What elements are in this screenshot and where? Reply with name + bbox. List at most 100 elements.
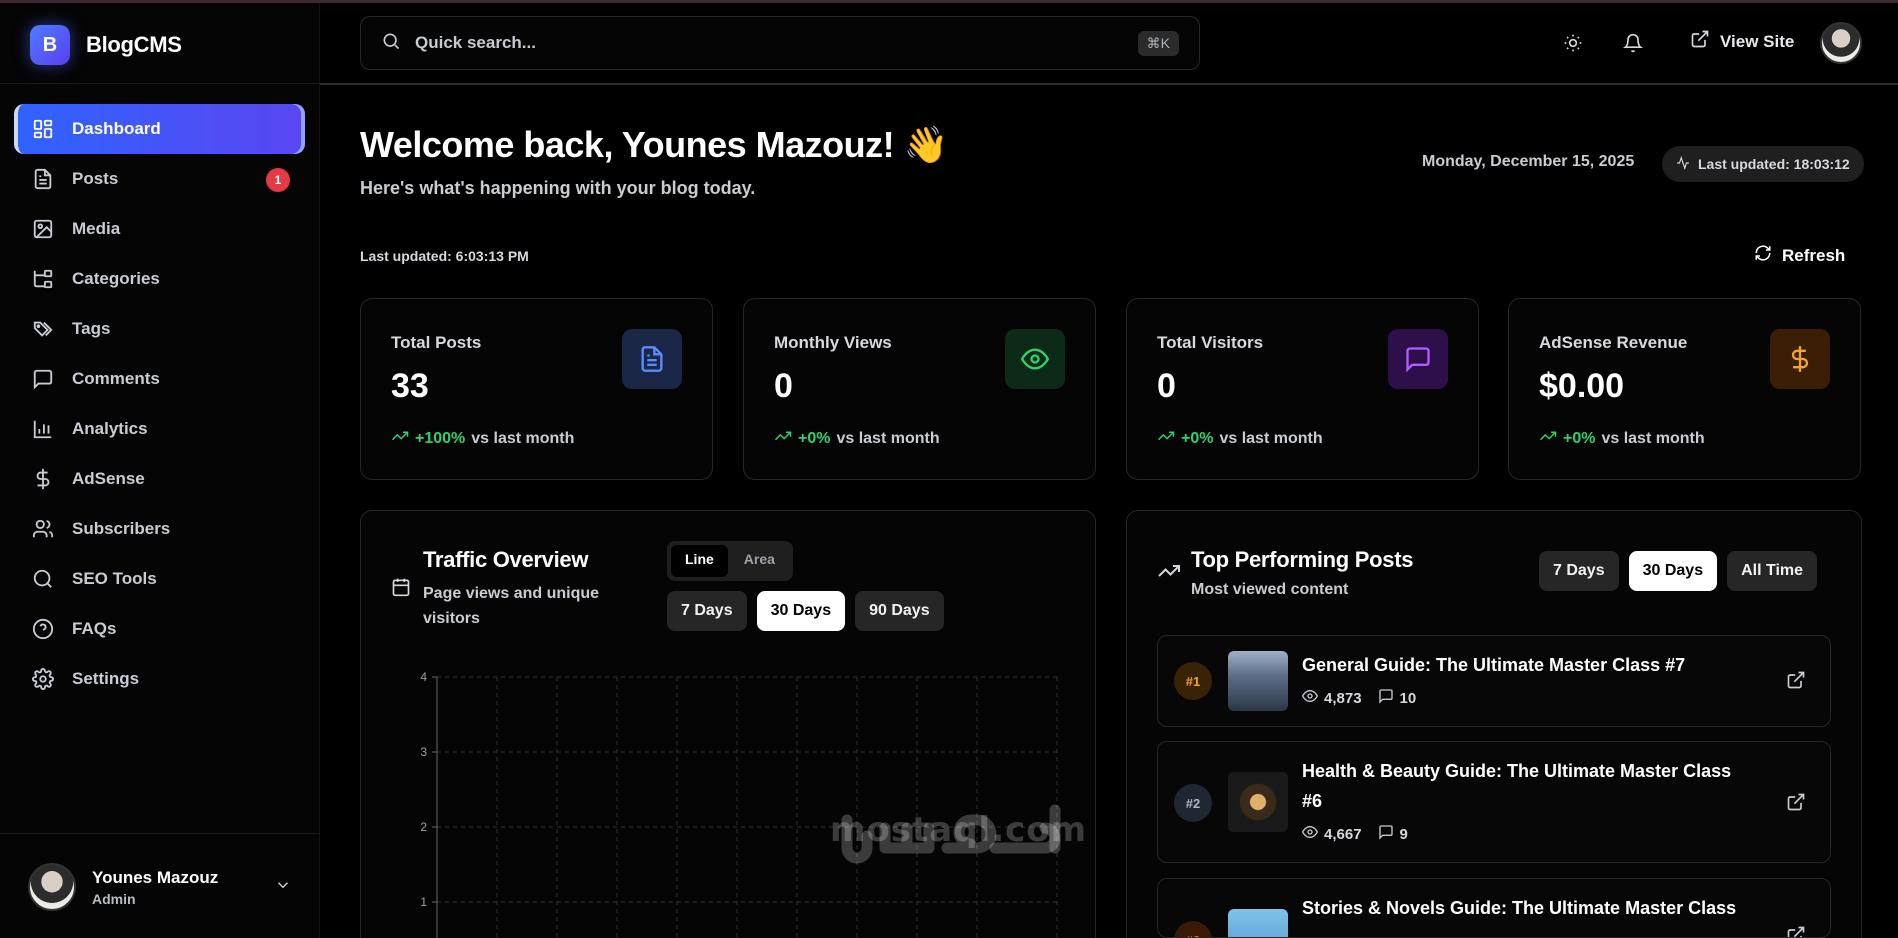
brand-logo: B xyxy=(30,25,70,65)
users-icon xyxy=(30,516,56,542)
stat-trend-suffix: vs last month xyxy=(1219,429,1323,447)
eye-icon xyxy=(1301,688,1319,708)
sidebar-item-label: Subscribers xyxy=(72,519,171,538)
refresh-label: Refresh xyxy=(1782,245,1846,265)
range-all-time-button[interactable]: All Time xyxy=(1727,551,1818,591)
search-icon xyxy=(30,566,56,592)
brand[interactable]: B BlogCMS xyxy=(30,25,182,65)
stat-trend-suffix: vs last month xyxy=(1601,429,1705,447)
list-item[interactable]: #2 Health & Beauty Guide: The Ultimate M… xyxy=(1157,741,1831,863)
sidebar-item-subscribers[interactable]: Subscribers xyxy=(14,504,305,554)
sidebar-item-media[interactable]: Media xyxy=(14,204,305,254)
dashboard-icon xyxy=(30,116,56,142)
rank-badge: #1 xyxy=(1174,662,1212,700)
sidebar-item-label: Media xyxy=(72,219,121,238)
list-item[interactable]: #3 Stories & Novels Guide: The Ultimate … xyxy=(1157,878,1831,938)
rank-badge: #2 xyxy=(1174,784,1212,822)
last-updated-text: Last updated: 6:03:13 PM xyxy=(360,248,529,264)
sidebar-item-dashboard[interactable]: Dashboard xyxy=(14,104,305,154)
range-90-days-button[interactable]: 90 Days xyxy=(855,591,944,631)
last-updated-pill-text: Last updated: 18:03:12 xyxy=(1698,156,1850,172)
message-icon xyxy=(30,366,56,392)
user-name: Younes Mazouz xyxy=(92,867,219,887)
sidebar-item-label: Analytics xyxy=(72,419,148,438)
current-date: Monday, December 15, 2025 xyxy=(1422,153,1635,170)
y-tick-label: 3 xyxy=(420,745,427,759)
traffic-overview-panel: Traffic Overview Page views and unique v… xyxy=(360,510,1096,938)
mode-line-button[interactable]: Line xyxy=(671,545,728,577)
range-30-days-button[interactable]: 30 Days xyxy=(756,591,846,631)
post-comments: 9 xyxy=(1399,825,1408,843)
external-link-icon[interactable] xyxy=(1786,792,1806,817)
theme-toggle-sun-icon[interactable] xyxy=(1560,30,1586,56)
sidebar-item-adsense[interactable]: AdSense xyxy=(14,454,305,504)
sidebar-item-label: Comments xyxy=(72,369,160,388)
range-30-days-button[interactable]: 30 Days xyxy=(1628,551,1718,591)
stat-value: 0 xyxy=(774,367,793,405)
sidebar-item-comments[interactable]: Comments xyxy=(14,354,305,404)
header-divider xyxy=(320,83,1898,85)
document-icon xyxy=(622,329,682,389)
post-meta: 4,873 10 xyxy=(1301,688,1416,708)
refresh-button[interactable]: Refresh xyxy=(1754,244,1845,267)
stat-card-adsense-revenue: AdSense Revenue $0.00 +0% vs last month xyxy=(1508,298,1861,480)
dollar-icon xyxy=(1770,329,1830,389)
stat-card-monthly-views: Monthly Views 0 +0% vs last month xyxy=(743,298,1096,480)
sidebar-item-settings[interactable]: Settings xyxy=(14,654,305,704)
sidebar-item-label: FAQs xyxy=(72,619,117,638)
sidebar-user-menu[interactable]: Younes Mazouz Admin xyxy=(28,863,292,911)
stat-value: 33 xyxy=(391,367,429,405)
trending-up-icon xyxy=(1157,427,1175,450)
dollar-icon xyxy=(30,466,56,492)
sidebar-item-categories[interactable]: Categories xyxy=(14,254,305,304)
stat-card-total-posts: Total Posts 33 +100% vs last month xyxy=(360,298,713,480)
stat-trend: +100% vs last month xyxy=(391,427,574,450)
sidebar-nav: Dashboard Posts 1 Media Categories Tags … xyxy=(14,104,305,704)
post-title: Health & Beauty Guide: The Ultimate Mast… xyxy=(1302,761,1732,811)
sidebar-item-label: Tags xyxy=(72,319,111,338)
search-placeholder: Quick search... xyxy=(415,33,536,52)
top-posts-subtitle: Most viewed content xyxy=(1191,581,1349,598)
stat-trend-pct: +0% xyxy=(798,429,831,447)
page-title: Welcome back, Younes Mazouz! 👋 xyxy=(360,124,948,165)
post-title: Stories & Novels Guide: The Ultimate Mas… xyxy=(1302,898,1737,918)
stat-trend-pct: +0% xyxy=(1181,429,1214,447)
stat-trend: +0% vs last month xyxy=(1157,427,1323,450)
calendar-icon xyxy=(391,577,411,602)
sidebar-divider xyxy=(0,83,320,84)
view-site-label: View Site xyxy=(1720,31,1795,51)
external-link-icon[interactable] xyxy=(1786,670,1806,695)
range-7-days-button[interactable]: 7 Days xyxy=(667,591,747,631)
trending-up-icon xyxy=(774,427,792,450)
activity-icon xyxy=(1676,155,1690,173)
avatar xyxy=(28,863,76,911)
sidebar-item-label: SEO Tools xyxy=(72,569,157,588)
eye-icon xyxy=(1301,824,1319,844)
brand-name: BlogCMS xyxy=(86,32,182,57)
comment-icon xyxy=(1378,824,1394,844)
header-avatar[interactable] xyxy=(1820,22,1862,64)
bell-icon[interactable] xyxy=(1620,30,1646,56)
sidebar-item-faqs[interactable]: FAQs xyxy=(14,604,305,654)
gear-icon xyxy=(30,666,56,692)
sidebar-item-label: AdSense xyxy=(72,469,145,488)
search-input[interactable]: Quick search... ⌘K xyxy=(360,16,1200,70)
post-views: 4,667 xyxy=(1324,825,1362,843)
sidebar-item-analytics[interactable]: Analytics xyxy=(14,404,305,454)
bar-chart-icon xyxy=(30,416,56,442)
sidebar-item-label: Settings xyxy=(72,669,140,688)
mode-area-button[interactable]: Area xyxy=(730,545,789,577)
rank-badge: #3 xyxy=(1174,921,1212,937)
sidebar-item-label: Categories xyxy=(72,269,160,288)
sidebar-item-tags[interactable]: Tags xyxy=(14,304,305,354)
view-site-link[interactable]: View Site xyxy=(1690,29,1794,54)
sidebar-item-posts[interactable]: Posts 1 xyxy=(14,154,305,204)
y-tick-label: 4 xyxy=(420,670,427,684)
list-item[interactable]: #1 General Guide: The Ultimate Master Cl… xyxy=(1157,635,1831,727)
stat-trend-pct: +0% xyxy=(1563,429,1596,447)
range-7-days-button[interactable]: 7 Days xyxy=(1539,551,1619,591)
external-link-icon[interactable] xyxy=(1786,925,1806,937)
post-thumbnail xyxy=(1228,651,1288,711)
stat-trend-suffix: vs last month xyxy=(471,429,575,447)
sidebar-item-seo-tools[interactable]: SEO Tools xyxy=(14,554,305,604)
